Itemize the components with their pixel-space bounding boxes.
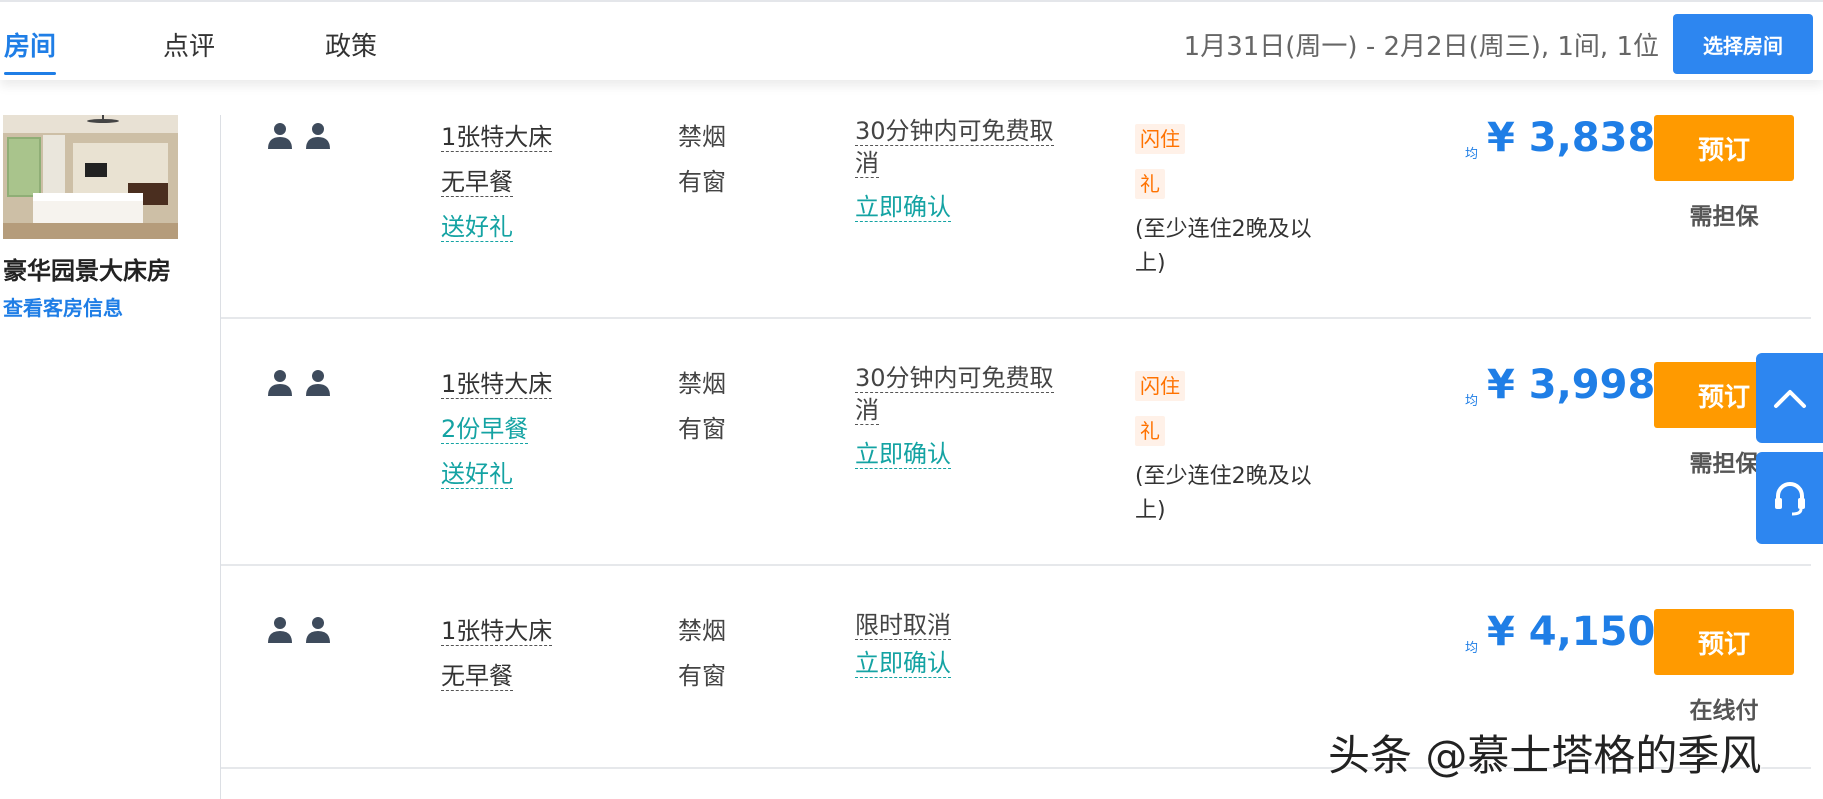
bed-type[interactable]: 1张特大床 xyxy=(441,617,553,646)
room-features: 禁烟 有窗 xyxy=(678,362,726,452)
average-label: 均 xyxy=(1465,394,1479,409)
person-icon xyxy=(268,617,292,643)
window-info: 有窗 xyxy=(678,415,726,443)
book-button[interactable]: 预订 xyxy=(1654,609,1794,675)
price-amount: ¥ 3,998 xyxy=(1487,362,1656,408)
tab-rooms[interactable]: 房间 xyxy=(4,26,57,75)
room-features: 禁烟 有窗 xyxy=(678,115,726,205)
bed-breakfast: 1张特大床 无早餐 xyxy=(441,609,553,699)
customer-service-button[interactable] xyxy=(1756,452,1823,544)
max-guests xyxy=(267,121,331,151)
room-features: 禁烟 有窗 xyxy=(678,609,726,699)
smoking-policy: 禁烟 xyxy=(678,123,726,151)
chevron-up-icon xyxy=(1773,390,1806,408)
max-guests xyxy=(267,615,331,645)
room-info: 豪华园景大床房 查看客房信息 xyxy=(3,115,178,321)
room-name: 豪华园景大床房 xyxy=(3,257,171,285)
price-amount: ¥ 4,150 xyxy=(1487,609,1656,655)
cancel-policy-text[interactable]: 限时取消 xyxy=(855,611,951,640)
select-room-button[interactable]: 选择房间 xyxy=(1673,14,1813,74)
room-photo[interactable] xyxy=(3,115,178,239)
instant-confirm[interactable]: 立即确认 xyxy=(855,649,951,678)
cancel-policy: 限时取消 立即确认 xyxy=(855,609,1065,681)
person-icon xyxy=(268,370,292,396)
average-label: 均 xyxy=(1465,641,1479,656)
flash-stay-tag[interactable]: 闪住 xyxy=(1135,124,1185,154)
tab-reviews[interactable]: 点评 xyxy=(163,26,215,63)
payment-type: 需担保 xyxy=(1689,204,1759,230)
person-icon xyxy=(268,123,292,149)
gift-link[interactable]: 送好礼 xyxy=(441,213,513,242)
room-nav-bar: 房间 点评 政策 1月31日(周一) - 2月2日(周三), 1间, 1位 选择… xyxy=(0,0,1823,80)
window-info: 有窗 xyxy=(678,662,726,690)
headset-icon xyxy=(1774,482,1805,516)
book-button[interactable]: 预订 xyxy=(1654,115,1794,181)
price-amount: ¥ 3,838 xyxy=(1487,115,1656,161)
smoking-policy: 禁烟 xyxy=(678,617,726,645)
person-icon xyxy=(306,123,330,149)
cancel-policy: 30分钟内可免费取消 立即确认 xyxy=(855,115,1065,225)
promotions: 闪住 礼 (至少连住2晚及以上) xyxy=(1135,123,1325,281)
average-label: 均 xyxy=(1465,147,1479,162)
window-info: 有窗 xyxy=(678,168,726,196)
back-to-top-button[interactable] xyxy=(1756,353,1823,443)
promotions: 闪住 礼 (至少连住2晚及以上) xyxy=(1135,370,1325,528)
payment-type: 在线付 xyxy=(1689,698,1759,724)
view-room-info-link[interactable]: 查看客房信息 xyxy=(3,292,178,321)
rate-row: 1张特大床 2份早餐 送好礼 禁烟 有窗 30分钟内可免费取消 立即确认 闪住 … xyxy=(221,362,1811,566)
tab-policy[interactable]: 政策 xyxy=(325,26,377,63)
watermark: 头条 @慕士塔格的季风 xyxy=(1328,731,1762,780)
bed-type[interactable]: 1张特大床 xyxy=(441,123,553,152)
gift-tag[interactable]: 礼 xyxy=(1135,169,1165,199)
flash-stay-tag[interactable]: 闪住 xyxy=(1135,371,1185,401)
instant-confirm[interactable]: 立即确认 xyxy=(855,193,951,222)
gift-link[interactable]: 送好礼 xyxy=(441,460,513,489)
room-photo-image xyxy=(3,115,178,239)
breakfast-link[interactable]: 2份早餐 xyxy=(441,415,529,444)
cancel-policy: 30分钟内可免费取消 立即确认 xyxy=(855,362,1065,472)
breakfast-info[interactable]: 无早餐 xyxy=(441,662,513,691)
breakfast-info[interactable]: 无早餐 xyxy=(441,168,513,197)
max-guests xyxy=(267,368,331,398)
person-icon xyxy=(306,617,330,643)
smoking-policy: 禁烟 xyxy=(678,370,726,398)
stay-dates-summary[interactable]: 1月31日(周一) - 2月2日(周三), 1间, 1位 xyxy=(1184,26,1659,63)
bed-breakfast: 1张特大床 2份早餐 送好礼 xyxy=(441,362,553,497)
min-stay-note: (至少连住2晚及以上) xyxy=(1135,464,1312,523)
bed-type[interactable]: 1张特大床 xyxy=(441,370,553,399)
cancel-policy-text[interactable]: 30分钟内可免费取消 xyxy=(855,117,1054,178)
person-icon xyxy=(306,370,330,396)
instant-confirm[interactable]: 立即确认 xyxy=(855,440,951,469)
rate-row: 1张特大床 无早餐 送好礼 禁烟 有窗 30分钟内可免费取消 立即确认 闪住 礼… xyxy=(221,115,1811,319)
min-stay-note: (至少连住2晚及以上) xyxy=(1135,217,1312,276)
gift-tag[interactable]: 礼 xyxy=(1135,416,1165,446)
cancel-policy-text[interactable]: 30分钟内可免费取消 xyxy=(855,364,1054,425)
bed-breakfast: 1张特大床 无早餐 送好礼 xyxy=(441,115,553,250)
